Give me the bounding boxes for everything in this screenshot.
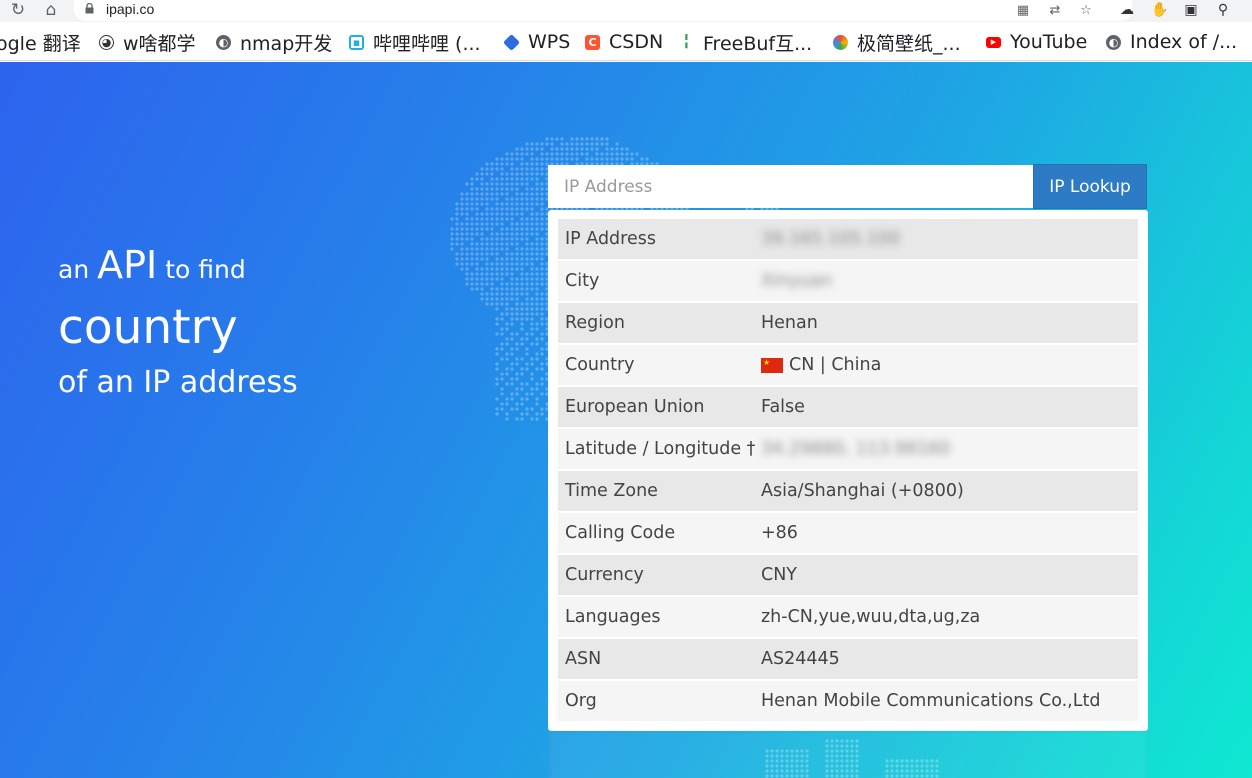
bookmark-google-translate[interactable]: ogle 翻译	[0, 28, 81, 56]
hero-line-1: an API to find	[58, 243, 246, 287]
row-label: IP Address	[565, 229, 656, 249]
table-row: Calling Code +86	[558, 513, 1138, 553]
row-value-cell: Henan	[761, 313, 1138, 333]
bilibili-favicon-icon: ▪	[349, 34, 364, 50]
table-row: City Xinyuan	[558, 261, 1138, 301]
row-label: European Union	[565, 397, 705, 417]
bookmark-wps[interactable]: WPS	[503, 28, 570, 56]
row-value: zh-CN,yue,wuu,dta,ug,za	[761, 607, 981, 627]
row-label: Region	[565, 313, 625, 333]
address-bar[interactable]: ipapi.co ▦ ⇄ ☆	[74, 0, 1132, 21]
qr-code-icon[interactable]: ▦	[1014, 1, 1032, 19]
youtube-favicon-icon: ▶	[986, 36, 1001, 48]
lock-icon	[85, 3, 94, 14]
row-value: CNY	[761, 565, 797, 585]
row-value-cell: False	[761, 397, 1138, 417]
row-value-cell: Xinyuan	[761, 271, 1138, 291]
translate-icon[interactable]: ⇄	[1046, 1, 1064, 19]
row-value-cell: CN | China	[761, 355, 1138, 375]
row-value-cell: zh-CN,yue,wuu,dta,ug,za	[761, 607, 1138, 627]
table-row: Currency CNY	[558, 555, 1138, 595]
bookmark-index[interactable]: ◐ Index of /...	[1106, 28, 1237, 56]
row-label: Calling Code	[565, 523, 676, 543]
ip-address-input[interactable]	[548, 165, 1033, 208]
hero-api: API	[97, 243, 158, 287]
bookmark-youtube[interactable]: ▶ YouTube	[986, 28, 1087, 56]
row-value: False	[761, 397, 805, 417]
row-value-cell: 34.29880, 113.98160	[761, 439, 1138, 459]
row-label: Org	[565, 691, 597, 711]
row-label: Currency	[565, 565, 644, 585]
row-label: Time Zone	[565, 481, 658, 501]
reload-icon[interactable]: ↻	[7, 0, 29, 20]
hero-line-3: of an IP address	[58, 365, 298, 400]
bookmarks-bar: ogle 翻译 ◕ w啥都学 ◐ nmap开发 ▪ 哔哩哔哩 (... WPS …	[0, 22, 1252, 61]
row-label: City	[565, 271, 600, 291]
row-value: 34.29880, 113.98160	[761, 439, 951, 459]
bookmark-csdn[interactable]: C CSDN	[585, 28, 663, 56]
star-icon[interactable]: ☆	[1077, 1, 1095, 19]
bookmark-1[interactable]: ◕ w啥都学	[99, 28, 196, 56]
extension-gnome-icon[interactable]: ✋	[1150, 1, 1170, 19]
wps-favicon-icon	[503, 33, 520, 51]
row-value: Asia/Shanghai (+0800)	[761, 481, 964, 501]
china-flag-icon	[761, 357, 783, 373]
row-value-cell: +86	[761, 523, 1138, 543]
globe-favicon-icon: ◐	[216, 34, 231, 50]
extension-briefcase-icon[interactable]: ▣	[1181, 1, 1201, 19]
row-label: Latitude / Longitude †	[565, 439, 756, 459]
row-value: Henan	[761, 313, 818, 333]
table-row: Region Henan	[558, 303, 1138, 343]
ip-lookup-button[interactable]: IP Lookup	[1033, 164, 1147, 209]
table-row: Time Zone Asia/Shanghai (+0800)	[558, 471, 1138, 511]
bookmark-nmap[interactable]: ◐ nmap开发	[216, 28, 332, 56]
result-table: IP Address 39.165.105.100 City Xinyuan Regio…	[548, 210, 1148, 731]
row-value: Xinyuan	[761, 271, 833, 291]
row-value: 39.165.105.100	[761, 229, 901, 249]
table-row: Country CN | China	[558, 345, 1138, 385]
extension-search-icon[interactable]: ⚲	[1213, 1, 1233, 19]
csdn-favicon-icon: C	[585, 34, 600, 50]
wallpaper-favicon-icon	[833, 34, 848, 50]
globe-favicon-icon: ◐	[1106, 34, 1121, 50]
row-value-cell: Henan Mobile Communications Co.,Ltd	[761, 691, 1138, 711]
freebuf-favicon-icon: ╏	[679, 34, 694, 50]
row-value: Henan Mobile Communications Co.,Ltd	[761, 691, 1101, 711]
bookmark-freebuf[interactable]: ╏ FreeBuf互...	[679, 28, 812, 56]
table-row: European Union False	[558, 387, 1138, 427]
row-value: AS24445	[761, 649, 840, 669]
ipapi-page: an API to find country of an IP address …	[0, 62, 1252, 778]
row-value-cell: Asia/Shanghai (+0800)	[761, 481, 1138, 501]
url-text: ipapi.co	[106, 1, 155, 17]
table-row: ASN AS24445	[558, 639, 1138, 679]
table-row: Latitude / Longitude † 34.29880, 113.9816…	[558, 429, 1138, 469]
row-value-cell: 39.165.105.100	[761, 229, 1138, 249]
browser-toolbar: ↻ ⌂ ipapi.co ▦ ⇄ ☆ ☁ ✋ ▣ ⚲	[0, 0, 1252, 22]
bookmark-wallpaper[interactable]: 极简壁纸_...	[833, 28, 961, 56]
row-value-cell: AS24445	[761, 649, 1138, 669]
row-label: ASN	[565, 649, 602, 669]
row-label: Languages	[565, 607, 661, 627]
lower-panel	[548, 730, 1148, 778]
table-row: Languages zh-CN,yue,wuu,dta,ug,za	[558, 597, 1138, 637]
hero-country: country	[58, 300, 238, 355]
row-value: CN | China	[789, 355, 882, 375]
cat-favicon-icon: ◕	[99, 34, 114, 50]
row-value: +86	[761, 523, 798, 543]
row-value-cell: CNY	[761, 565, 1138, 585]
home-icon[interactable]: ⌂	[40, 0, 62, 20]
table-row: Org Henan Mobile Communications Co.,Ltd	[558, 681, 1138, 721]
row-label: Country	[565, 355, 635, 375]
extension-cloud-icon[interactable]: ☁	[1117, 1, 1137, 19]
hero-tagline: an API to find country of an IP address	[58, 240, 298, 403]
bookmark-bilibili[interactable]: ▪ 哔哩哔哩 (...	[349, 28, 481, 56]
table-row: IP Address 39.165.105.100	[558, 219, 1138, 259]
